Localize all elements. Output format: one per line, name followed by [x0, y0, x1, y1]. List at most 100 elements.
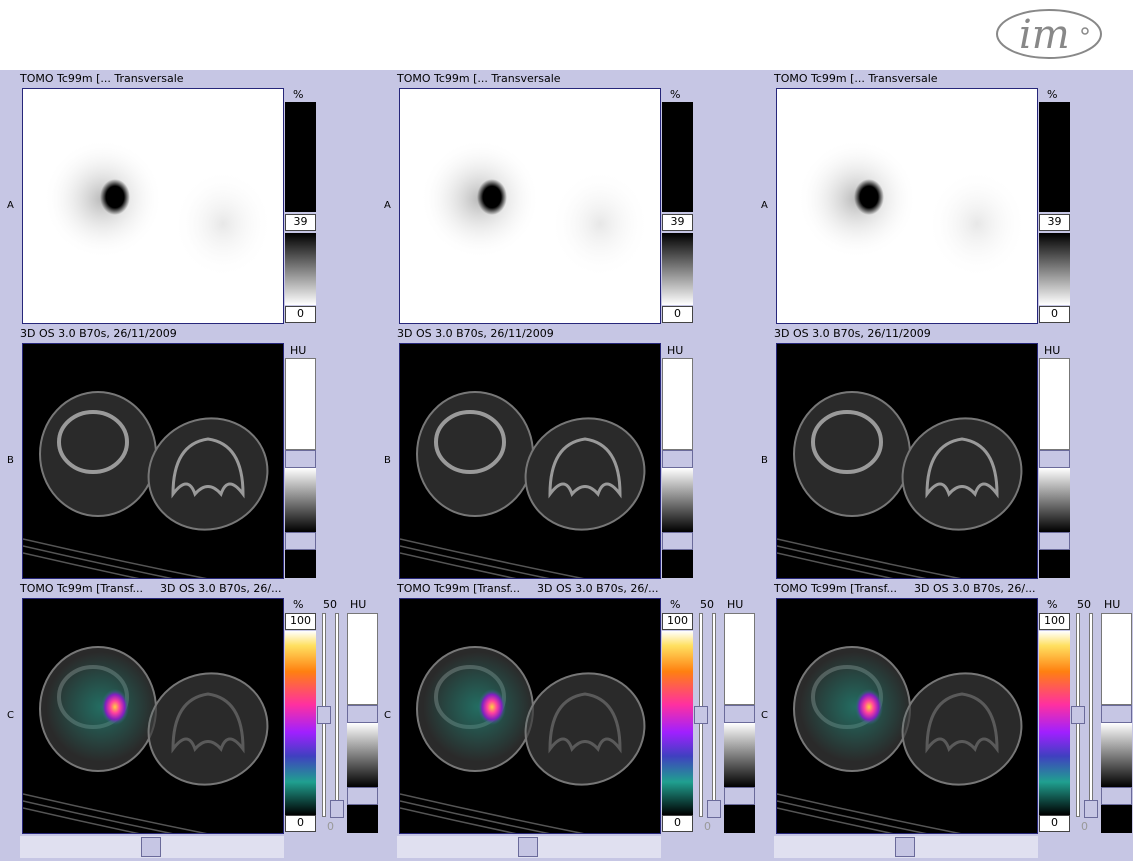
ct-window-lower-handle[interactable]	[662, 532, 693, 550]
fusion-viewport[interactable]	[776, 598, 1038, 834]
ct-window-bottom	[1039, 550, 1070, 578]
fusion-ct-bottom	[1101, 805, 1132, 833]
nm-spect-viewport[interactable]	[22, 88, 284, 324]
opacity-slider-thumb[interactable]	[1071, 706, 1085, 724]
nm-unit-label: %	[670, 88, 681, 101]
nm-min-value[interactable]: 0	[662, 306, 693, 323]
fusion-max-value[interactable]: 100	[285, 613, 316, 630]
fusion-max-value[interactable]: 100	[1039, 613, 1070, 630]
fusion-ct-window-track[interactable]	[724, 613, 755, 705]
fusion-hot-spot	[101, 689, 129, 725]
fusion-ct-lower-handle[interactable]	[1101, 787, 1132, 805]
opacity-slider-thumb-2[interactable]	[330, 800, 344, 818]
ct-image	[400, 391, 646, 578]
fusion-image	[400, 646, 646, 833]
ct-viewport[interactable]	[22, 343, 284, 579]
scanner-table-arc	[400, 793, 585, 833]
fusion-title-ct: 3D OS 3.0 B70s, 26/...	[160, 582, 282, 595]
nm-min-value[interactable]: 0	[285, 306, 316, 323]
nm-panel-title: TOMO Tc99m [... Transversale	[20, 72, 184, 85]
fusion-ct-unit: HU	[727, 598, 744, 611]
right-knee-contour	[147, 417, 269, 531]
slice-scrollbar[interactable]	[397, 836, 661, 858]
nm-spect-viewport[interactable]	[399, 88, 661, 324]
ct-window-track[interactable]	[285, 358, 316, 450]
ct-unit-label: HU	[1044, 344, 1061, 357]
ct-window-lower-handle[interactable]	[1039, 532, 1070, 550]
opacity-slider-thumb-2[interactable]	[1084, 800, 1098, 818]
fusion-viewport[interactable]	[22, 598, 284, 834]
fusion-viewport[interactable]	[399, 598, 661, 834]
ct-viewport[interactable]	[776, 343, 1038, 579]
fusion-min-value[interactable]: 0	[1039, 815, 1070, 832]
opacity-slider-thumb-2[interactable]	[707, 800, 721, 818]
header-bar: im	[0, 0, 1133, 70]
ct-viewport[interactable]	[399, 343, 661, 579]
fusion-nm-colorbar	[1039, 631, 1070, 815]
scanner-table-arc	[777, 793, 962, 833]
nm-colorbar	[1039, 233, 1070, 305]
fusion-ct-upper-handle[interactable]	[347, 705, 378, 723]
fusion-ct-upper-handle[interactable]	[724, 705, 755, 723]
ct-unit-label: HU	[290, 344, 307, 357]
ct-window-upper-handle[interactable]	[1039, 450, 1070, 468]
opacity-value: 50	[700, 598, 714, 611]
fusion-ct-window-track[interactable]	[347, 613, 378, 705]
right-knee-uptake	[550, 169, 650, 279]
right-knee-uptake	[173, 169, 273, 279]
slice-scrollbar-thumb[interactable]	[895, 837, 915, 857]
fusion-nm-unit: %	[1047, 598, 1058, 611]
fusion-ct-colorbar	[1101, 723, 1132, 787]
fusion-max-value[interactable]: 100	[662, 613, 693, 630]
slice-scrollbar-thumb[interactable]	[518, 837, 538, 857]
opacity-slider-thumb[interactable]	[317, 706, 331, 724]
row-label-b: B	[7, 455, 14, 466]
nm-max-value[interactable]: 39	[285, 214, 316, 231]
ct-window-bottom	[285, 550, 316, 578]
scanner-table-arc	[23, 793, 208, 833]
fusion-hot-spot	[478, 689, 506, 725]
fusion-min-value[interactable]: 0	[662, 815, 693, 832]
nm-spect-viewport[interactable]	[776, 88, 1038, 324]
opacity-slider-track-2[interactable]	[712, 613, 716, 817]
nm-min-value[interactable]: 0	[1039, 306, 1070, 323]
logo-text: im	[1019, 12, 1070, 58]
fusion-ct-upper-handle[interactable]	[1101, 705, 1132, 723]
right-knee-contour	[901, 672, 1023, 786]
ct-unit-label: HU	[667, 344, 684, 357]
opacity-slider-thumb[interactable]	[694, 706, 708, 724]
fusion-title-ct: 3D OS 3.0 B70s, 26/...	[914, 582, 1036, 595]
fusion-ct-window-track[interactable]	[1101, 613, 1132, 705]
slice-scrollbar[interactable]	[20, 836, 284, 858]
slice-scrollbar[interactable]	[774, 836, 1038, 858]
fusion-ct-lower-handle[interactable]	[724, 787, 755, 805]
ct-window-upper-handle[interactable]	[285, 450, 316, 468]
nm-max-value[interactable]: 39	[1039, 214, 1070, 231]
nm-spect-image	[43, 139, 273, 279]
ct-window-track[interactable]	[1039, 358, 1070, 450]
opacity-value: 50	[1077, 598, 1091, 611]
fusion-nm-colorbar	[662, 631, 693, 815]
fusion-ct-bottom	[347, 805, 378, 833]
fusion-min-value[interactable]: 0	[285, 815, 316, 832]
hot-spot	[477, 179, 507, 215]
right-knee-contour	[147, 672, 269, 786]
nm-colorbar-top	[1039, 102, 1070, 212]
nm-colorbar	[662, 233, 693, 305]
fusion-ct-lower-handle[interactable]	[347, 787, 378, 805]
slice-scrollbar-thumb[interactable]	[141, 837, 161, 857]
ct-window-lower-handle[interactable]	[285, 532, 316, 550]
opacity-slider-track-2[interactable]	[335, 613, 339, 817]
nm-max-value[interactable]: 39	[662, 214, 693, 231]
fusion-ct-colorbar	[347, 723, 378, 787]
ct-window-track[interactable]	[662, 358, 693, 450]
opacity-slider-track-2[interactable]	[1089, 613, 1093, 817]
row-label-a: A	[761, 200, 768, 211]
ct-image	[23, 391, 269, 578]
ct-panel-title: 3D OS 3.0 B70s, 26/11/2009	[20, 327, 177, 340]
nm-spect-image	[797, 139, 1027, 279]
row-label-b: B	[384, 455, 391, 466]
row-label-c: C	[7, 710, 14, 721]
ct-window-upper-handle[interactable]	[662, 450, 693, 468]
fusion-nm-unit: %	[293, 598, 304, 611]
